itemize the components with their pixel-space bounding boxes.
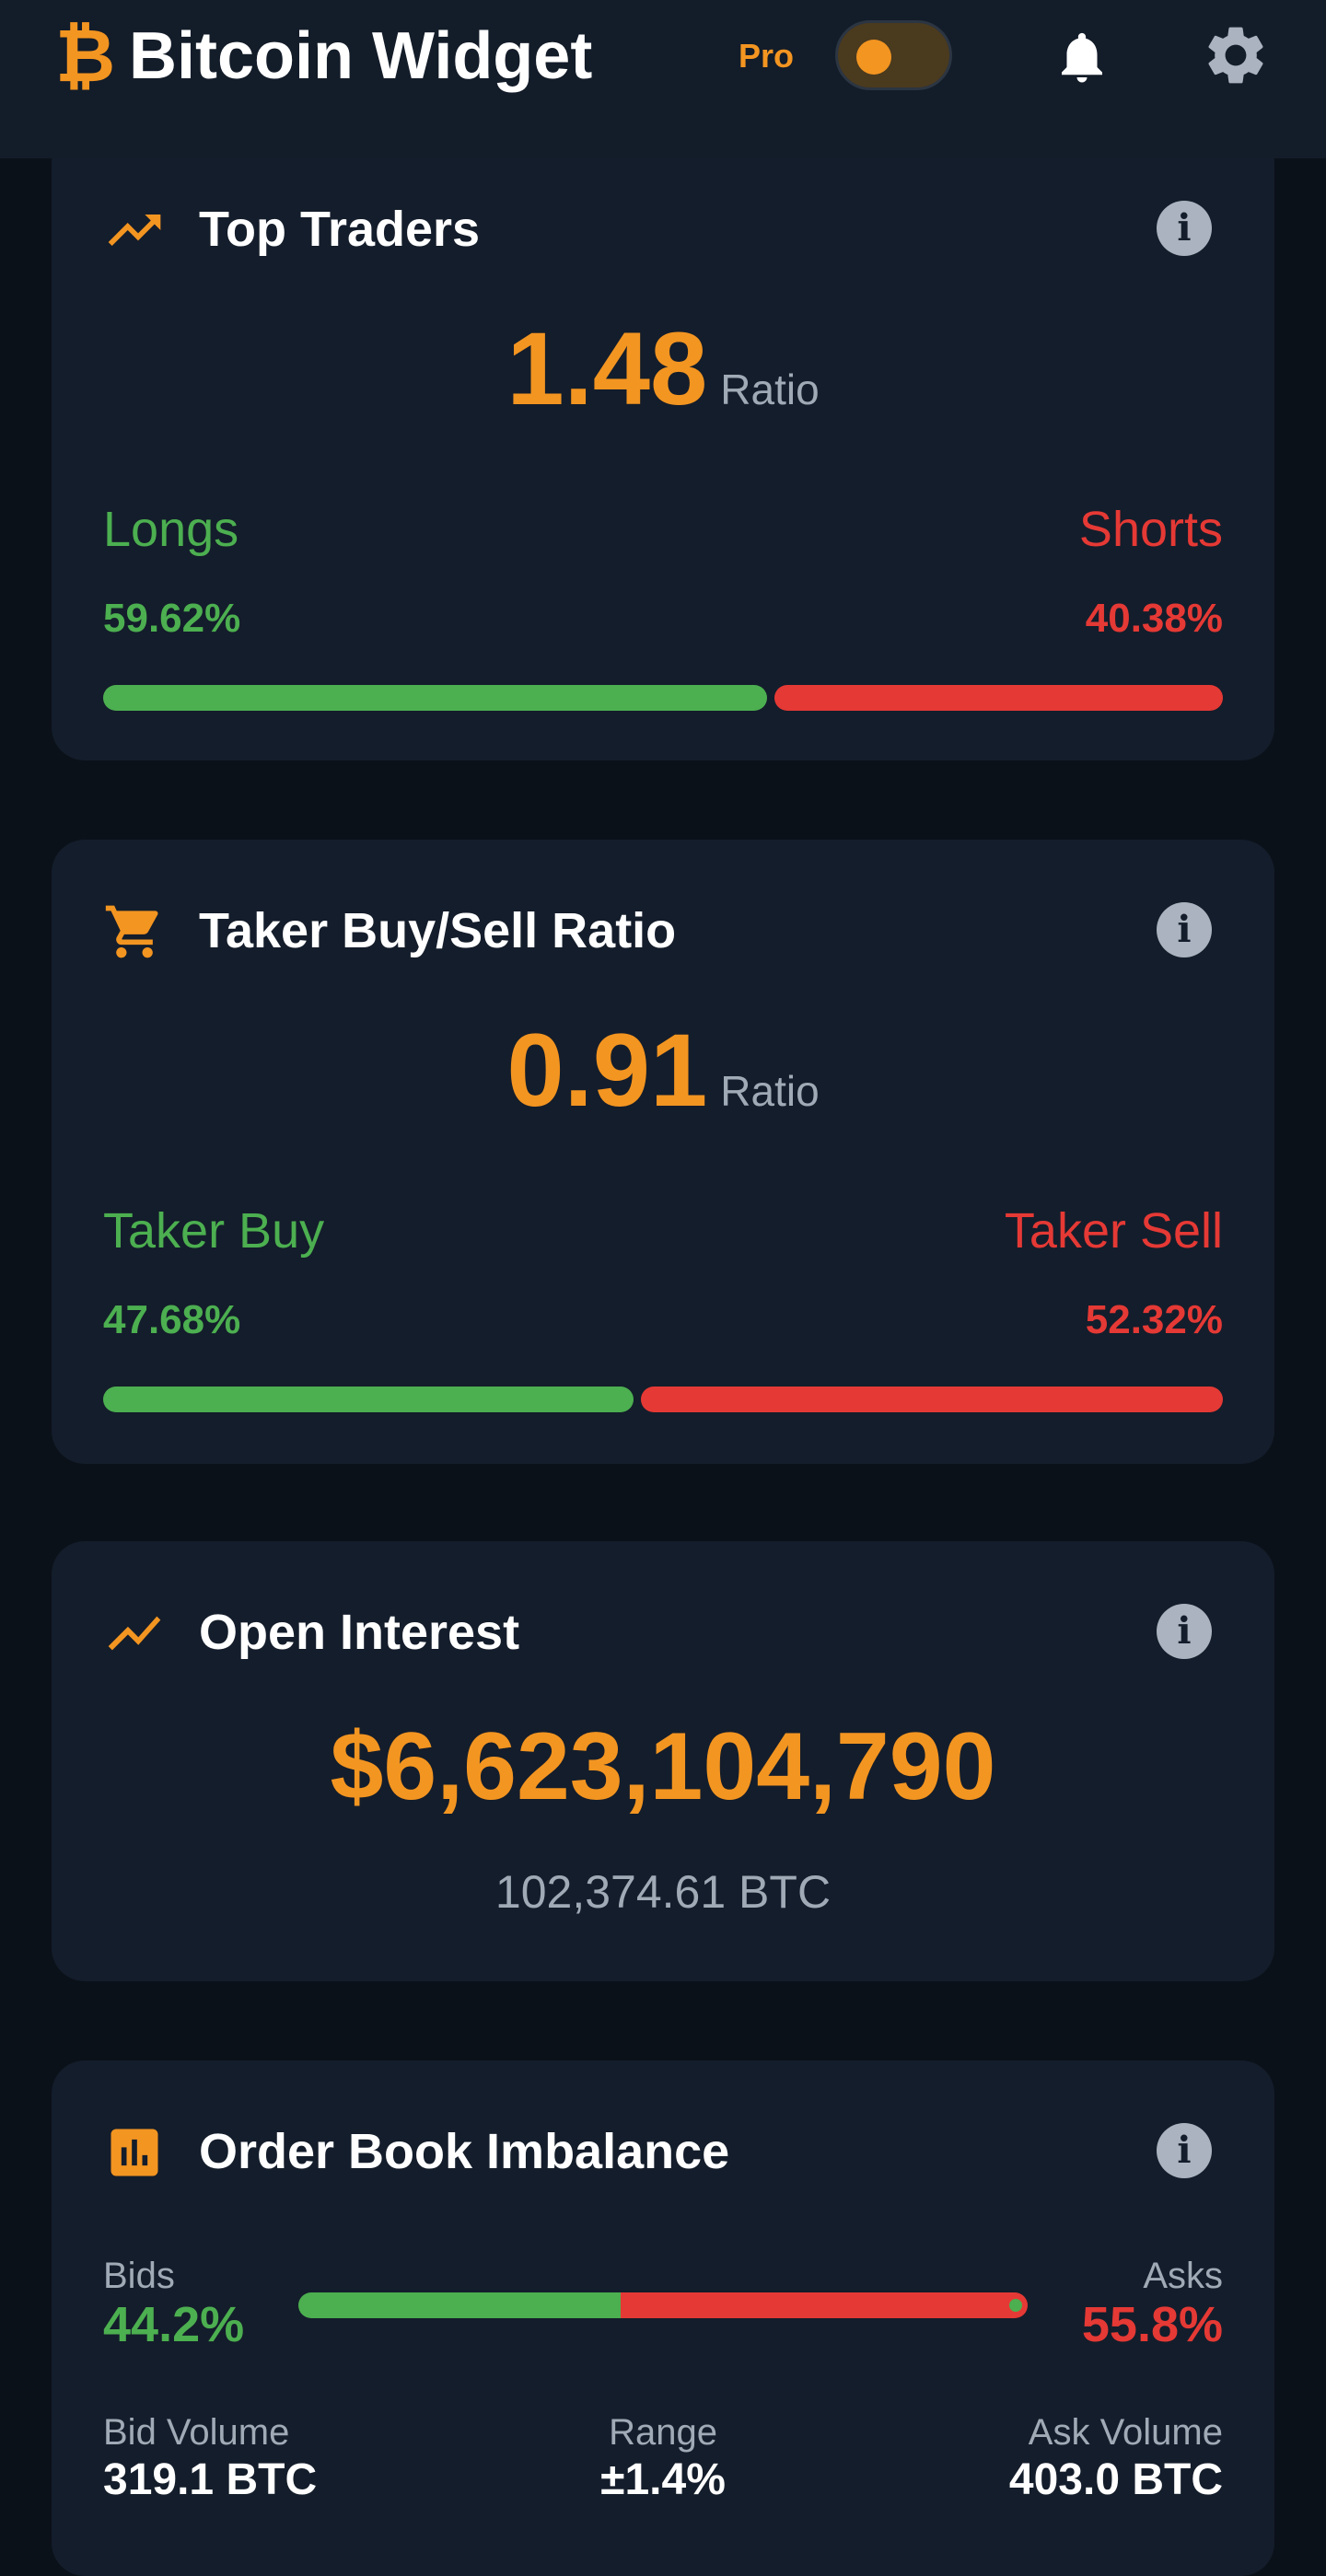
info-icon[interactable]: i	[1157, 1604, 1212, 1659]
buy-sell-bar	[103, 1387, 1223, 1412]
shorts-bar-segment	[774, 685, 1223, 711]
ask-volume-value: 403.0 BTC	[1008, 2455, 1223, 2504]
ratio-value: 0.91	[506, 1013, 708, 1128]
ratio-value: 1.48	[506, 311, 708, 426]
bar-chart-icon	[110, 2129, 158, 2176]
open-interest-display: $6,623,104,790	[52, 1712, 1274, 1822]
open-interest-card: Open Interest i $6,623,104,790 102,374.6…	[52, 1541, 1274, 1981]
imbalance-marker	[1009, 2299, 1022, 2312]
info-icon[interactable]: i	[1157, 902, 1212, 957]
asks-label: Asks	[1143, 2256, 1223, 2296]
app-title: Bitcoin Widget	[129, 19, 593, 93]
shorts-label: Shorts	[1078, 502, 1223, 557]
taker-buy-bar-segment	[103, 1387, 634, 1412]
gear-icon[interactable]	[1201, 20, 1271, 90]
toggle-knob	[856, 40, 891, 75]
bids-bar-segment	[298, 2292, 621, 2318]
taker-sell-bar-segment	[641, 1387, 1223, 1412]
asks-bar-segment	[621, 2292, 1028, 2318]
ratio-unit: Ratio	[720, 366, 820, 413]
ratio-unit: Ratio	[720, 1067, 820, 1115]
taker-buy-percent: 47.68%	[103, 1297, 241, 1342]
line-chart-icon	[108, 1616, 161, 1651]
card-title: Taker Buy/Sell Ratio	[199, 903, 677, 958]
card-title: Top Traders	[199, 202, 481, 257]
bids-label: Bids	[103, 2256, 175, 2296]
open-interest-value: $6,623,104,790	[330, 1713, 996, 1820]
longs-label: Longs	[103, 502, 239, 557]
open-interest-btc: 102,374.61 BTC	[494, 1866, 832, 1918]
asks-percent: 55.8%	[1081, 2297, 1223, 2352]
top-traders-card: Top Traders i 1.48 Ratio Longs Shorts 59.…	[52, 129, 1274, 760]
long-short-bar	[103, 685, 1223, 711]
imbalance-bar	[298, 2292, 1028, 2318]
cart-icon	[105, 905, 158, 958]
taker-sell-percent: 52.32%	[1085, 1297, 1223, 1342]
ratio-display: 0.91 Ratio	[52, 1011, 1274, 1130]
info-icon[interactable]: i	[1157, 2123, 1212, 2178]
info-icon[interactable]: i	[1157, 201, 1212, 256]
pro-label: Pro	[739, 37, 795, 75]
card-title: Order Book Imbalance	[199, 2124, 730, 2179]
longs-percent: 59.62%	[103, 596, 241, 641]
app-header: ₿ Bitcoin Widget Pro	[0, 0, 1326, 158]
trending-up-icon	[108, 215, 161, 246]
card-title: Open Interest	[199, 1605, 520, 1660]
order-book-card: Order Book Imbalance i Bids 44.2% Asks 5…	[52, 2060, 1274, 2576]
ask-volume-label: Ask Volume	[1028, 2412, 1223, 2453]
bell-icon[interactable]	[1052, 20, 1112, 94]
taker-sell-label: Taker Sell	[1004, 1203, 1223, 1259]
taker-buy-label: Taker Buy	[103, 1203, 325, 1259]
pro-toggle[interactable]	[835, 20, 952, 90]
ratio-display: 1.48 Ratio	[52, 309, 1274, 428]
longs-bar-segment	[103, 685, 767, 711]
bitcoin-logo-icon: ₿	[55, 13, 116, 99]
bids-percent: 44.2%	[103, 2297, 245, 2352]
taker-ratio-card: Taker Buy/Sell Ratio i 0.91 Ratio Taker B…	[52, 840, 1274, 1464]
shorts-percent: 40.38%	[1085, 596, 1223, 641]
